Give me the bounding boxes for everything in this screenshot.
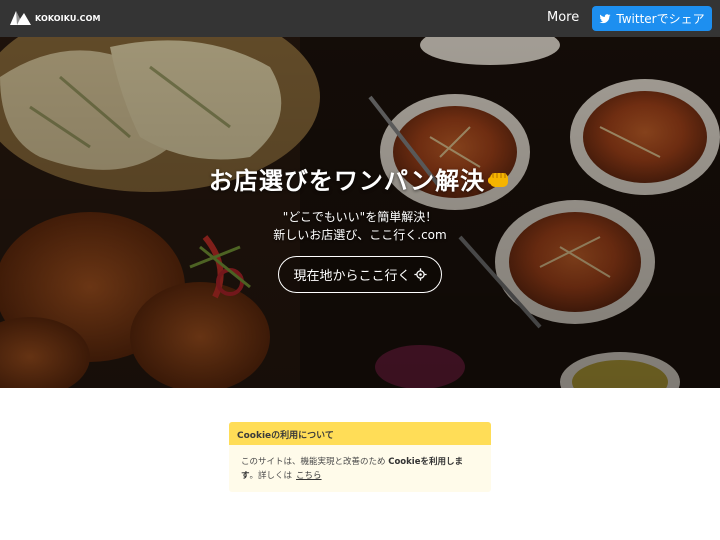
cookie-text-part2: 。詳しくは (249, 471, 293, 481)
hero-subtitle-line1: "どこでもいい"を簡単解決！ (282, 210, 438, 224)
cookie-notice: Cookieの利用について このサイトは、機能実現と改善のため Cookieを利… (229, 422, 491, 492)
top-navbar: KOKOIKU.COM More Twitterでシェア (0, 0, 720, 37)
cookie-text-part1: このサイトは、機能実現と改善のため (241, 457, 386, 467)
cookie-details-link[interactable]: こちら (296, 471, 322, 481)
fist-bump-icon (487, 168, 511, 196)
site-logo[interactable]: KOKOIKU.COM (9, 9, 101, 27)
more-link[interactable]: More (547, 10, 579, 25)
logo-mark-icon (10, 11, 31, 25)
logo-text: KOKOIKU.COM (35, 13, 101, 23)
crosshair-location-icon (413, 268, 427, 281)
hero-section: お店選びをワンパン解決 "どこでもいい"を簡単解決！ 新しいお店選び、ここ行く.… (0, 37, 720, 388)
twitter-button-label: Twitterでシェア (616, 12, 705, 26)
hero-subtitle: "どこでもいい"を簡単解決！ 新しいお店選び、ここ行く.com (0, 208, 720, 244)
twitter-share-button[interactable]: Twitterでシェア (592, 6, 712, 31)
locate-from-current-button[interactable]: 現在地からここ行く (278, 256, 442, 293)
cookie-notice-header: Cookieの利用について (229, 422, 491, 445)
hero-title-text: お店選びをワンパン解決 (208, 167, 486, 195)
hero-title: お店選びをワンパン解決 (0, 161, 720, 196)
hero-subtitle-line2: 新しいお店選び、ここ行く.com (273, 228, 447, 242)
twitter-bird-icon (599, 13, 611, 23)
cookie-notice-body: このサイトは、機能実現と改善のため Cookieを利用します。詳しくは こちら (229, 445, 491, 483)
locate-button-label: 現在地からここ行く (293, 269, 411, 284)
